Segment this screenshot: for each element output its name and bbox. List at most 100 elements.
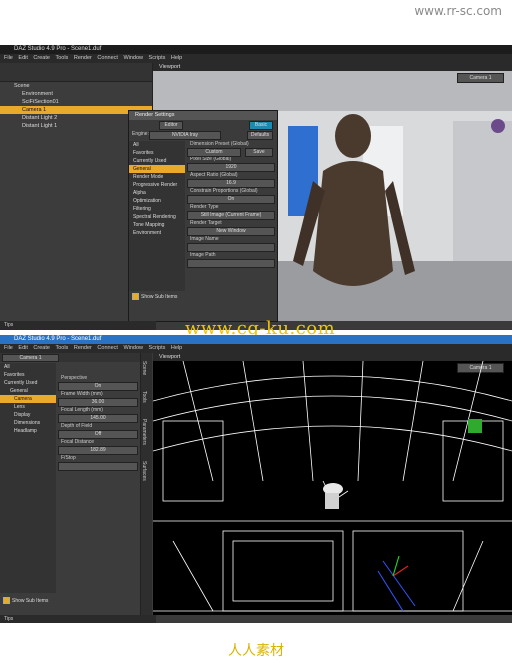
category-favorites[interactable]: Favorites (129, 149, 185, 157)
menu-file[interactable]: File (4, 55, 13, 61)
prop-depth-of-field-value[interactable]: Off (58, 430, 138, 439)
prop-image-path-value[interactable] (187, 259, 275, 268)
params-show-sub-items-label: Show Sub Items (12, 597, 49, 604)
prop-dimension-preset-value[interactable]: Custom (187, 148, 241, 157)
prop-image-name-value[interactable] (187, 243, 275, 252)
prop-fstop-value[interactable] (58, 462, 138, 471)
category-lens[interactable]: Lens (0, 403, 56, 411)
params-category-list: All Favorites Currently Used General Cam… (0, 363, 56, 593)
params-camera-dropdown[interactable]: Camera 1 (2, 354, 59, 362)
menu-window[interactable]: Window (123, 55, 143, 61)
category-currently-used[interactable]: Currently Used (0, 379, 56, 387)
show-sub-items-checkbox[interactable] (132, 293, 139, 300)
prop-render-type-value[interactable]: Still Image (Current Frame) (187, 211, 275, 220)
menu-create[interactable]: Create (33, 55, 50, 61)
prop-focal-length-value[interactable]: 145.00 (58, 414, 138, 423)
bottom-title-bar: DAZ Studio 4.9 Pro - Scene1.duf (0, 335, 512, 344)
prop-focal-distance-value[interactable]: 182.89 (58, 446, 138, 455)
menu-connect[interactable]: Connect (97, 345, 118, 351)
top-tips-tab[interactable]: Tips (0, 321, 156, 330)
engine-dropdown[interactable]: NVIDIA Iray (149, 131, 221, 140)
tree-item-scifi[interactable]: SciFiSection01 (0, 98, 152, 106)
tree-item-scene[interactable]: Scene (0, 82, 152, 90)
category-camera[interactable]: Camera (0, 395, 56, 403)
tab-basic[interactable]: Basic (249, 121, 273, 130)
category-environment[interactable]: Environment (129, 229, 185, 237)
params-show-sub-items-checkbox[interactable] (3, 597, 10, 604)
prop-aspect-ratio-value[interactable]: 16.9 (187, 179, 275, 188)
category-general[interactable]: General (129, 165, 185, 173)
menu-tools[interactable]: Tools (55, 55, 68, 61)
tree-item-environment[interactable]: Environment (0, 90, 152, 98)
menu-scripts[interactable]: Scripts (149, 345, 166, 351)
transform-gizmo[interactable] (392, 555, 409, 577)
render-settings-title: Render Settings (129, 111, 277, 120)
render-category-list: All Favorites Currently Used General Ren… (129, 141, 185, 291)
category-render-mode[interactable]: Render Mode (129, 173, 185, 181)
prop-perspective-label: Perspective (61, 375, 88, 381)
prop-render-type-label: Render Type (190, 204, 219, 210)
render-settings-dialog: Render Settings Editor Basic Engine: NVI… (128, 110, 278, 322)
prop-perspective-value[interactable]: On (58, 382, 138, 391)
category-optimization[interactable]: Optimization (129, 197, 185, 205)
side-tab-scene[interactable]: Scene (141, 361, 147, 375)
defaults-button[interactable]: Defaults (247, 131, 273, 140)
save-button[interactable]: Save (245, 148, 273, 157)
menu-edit[interactable]: Edit (18, 345, 27, 351)
prop-aspect-ratio-label: Aspect Ratio (Global) (190, 172, 238, 178)
watermark-top: www.rr-sc.com (414, 4, 502, 18)
menu-help[interactable]: Help (171, 55, 182, 61)
prop-render-target-value[interactable]: New Window (187, 227, 275, 236)
bottom-tips-tab[interactable]: Tips (0, 615, 156, 623)
menu-render[interactable]: Render (74, 345, 92, 351)
side-tab-surfaces[interactable]: Surfaces (141, 461, 147, 481)
prop-frame-width-value[interactable]: 36.00 (58, 398, 138, 407)
top-app-window: DAZ Studio 4.9 Pro - Scene1.duf File Edi… (0, 45, 512, 330)
category-headlamp[interactable]: Headlamp (0, 427, 56, 435)
category-alpha[interactable]: Alpha (129, 189, 185, 197)
menu-create[interactable]: Create (33, 345, 50, 351)
category-all[interactable]: All (0, 363, 56, 371)
category-dimensions[interactable]: Dimensions (0, 419, 56, 427)
viewport-tab-bottom[interactable]: Viewport (153, 353, 512, 361)
params-show-sub-items-toggle[interactable]: Show Sub Items (3, 597, 48, 604)
view-cube[interactable] (468, 419, 482, 433)
menu-help[interactable]: Help (171, 345, 182, 351)
category-display[interactable]: Display (0, 411, 56, 419)
menu-window[interactable]: Window (123, 345, 143, 351)
parameters-panel: Camera 1 All Favorites Currently Used Ge… (0, 353, 141, 615)
category-tone-mapping[interactable]: Tone Mapping (129, 221, 185, 229)
category-all[interactable]: All (129, 141, 185, 149)
menu-scripts[interactable]: Scripts (149, 55, 166, 61)
bottom-menu-bar: File Edit Create Tools Render Connect Wi… (0, 344, 512, 353)
prop-image-path-label: Image Path (190, 252, 216, 258)
menu-connect[interactable]: Connect (97, 55, 118, 61)
prop-constrain-value[interactable]: On (187, 195, 275, 204)
menu-render[interactable]: Render (74, 55, 92, 61)
tab-editor[interactable]: Editor (159, 121, 183, 130)
camera-dropdown[interactable]: Camera 1 (457, 73, 504, 83)
side-tab-strip: Scene Tools Parameters Surfaces (141, 353, 152, 615)
side-tab-parameters[interactable]: Parameters (141, 419, 147, 445)
render-properties: Dimension Preset (Global) Custom Save Pi… (187, 141, 275, 268)
menu-edit[interactable]: Edit (18, 55, 27, 61)
show-sub-items-toggle[interactable]: Show Sub Items (132, 293, 177, 300)
category-currently-used[interactable]: Currently Used (129, 157, 185, 165)
category-spectral-rendering[interactable]: Spectral Rendering (129, 213, 185, 221)
wireframe-viewport[interactable]: Viewport Camera 1 (153, 353, 512, 615)
side-tab-tools[interactable]: Tools (141, 391, 147, 403)
prop-pixel-size-value[interactable]: 1920 (187, 163, 275, 172)
top-menu-bar: File Edit Create Tools Render Connect Wi… (0, 54, 512, 63)
top-viewport[interactable]: Viewport Camera 1 Render Settings Editor… (128, 63, 512, 322)
category-favorites[interactable]: Favorites (0, 371, 56, 379)
viewport-tab[interactable]: Viewport (153, 63, 512, 71)
category-filtering[interactable]: Filtering (129, 205, 185, 213)
watermark-bottom: 人人素材 (228, 643, 284, 659)
category-general[interactable]: General (0, 387, 56, 395)
engine-label: Engine: (132, 131, 149, 137)
category-progressive-render[interactable]: Progressive Render (129, 181, 185, 189)
camera-frustum (377, 560, 416, 612)
menu-tools[interactable]: Tools (55, 345, 68, 351)
menu-file[interactable]: File (4, 345, 13, 351)
bottom-window-title: DAZ Studio 4.9 Pro - Scene1.duf (14, 336, 102, 342)
